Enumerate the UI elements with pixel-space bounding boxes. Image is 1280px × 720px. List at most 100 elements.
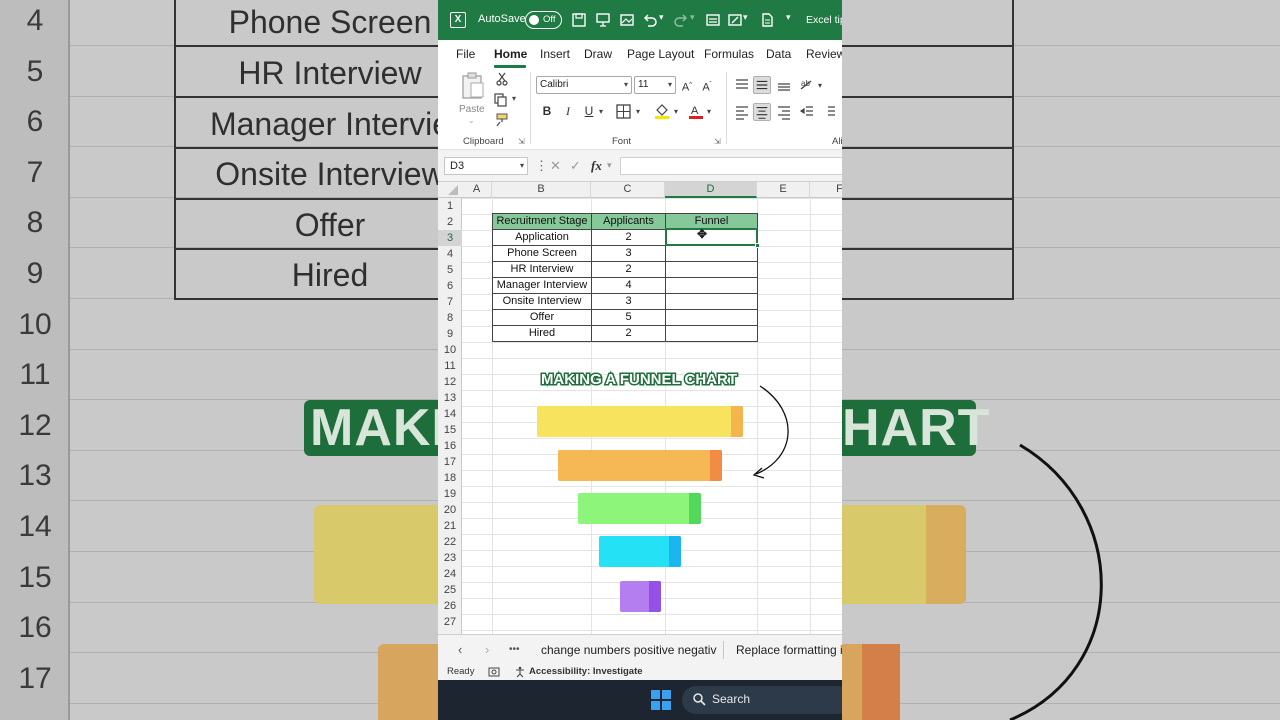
- enter-icon[interactable]: ✓: [570, 158, 581, 174]
- borders-icon[interactable]: [616, 104, 631, 119]
- table-cell[interactable]: 2: [591, 261, 666, 278]
- table-cell[interactable]: 4: [591, 277, 666, 294]
- table-cell[interactable]: HR Interview: [492, 261, 592, 278]
- macro-recorder-icon[interactable]: [488, 666, 500, 678]
- document-icon[interactable]: [758, 11, 776, 29]
- table-cell[interactable]: 2: [591, 325, 666, 342]
- row-header[interactable]: 24: [438, 566, 462, 582]
- function-dropdown-icon[interactable]: ▾: [607, 160, 612, 171]
- table-cell[interactable]: 2: [591, 229, 666, 246]
- row-header[interactable]: 18: [438, 470, 462, 486]
- copy-icon[interactable]: [494, 93, 508, 107]
- table-cell[interactable]: Manager Interview: [492, 277, 592, 294]
- decrease-font-size-button[interactable]: Aˇ: [698, 76, 716, 94]
- font-name-select[interactable]: Calibri ▾: [536, 76, 632, 94]
- font-size-select[interactable]: 11 ▾: [634, 76, 676, 94]
- table-cell[interactable]: Hired: [492, 325, 592, 342]
- formula-input[interactable]: [620, 157, 842, 175]
- save-icon[interactable]: [570, 11, 588, 29]
- bold-button[interactable]: B: [538, 102, 556, 120]
- increase-font-size-button[interactable]: A^: [678, 76, 696, 94]
- column-header-a[interactable]: A: [462, 182, 492, 198]
- italic-button[interactable]: I: [559, 102, 577, 120]
- fill-color-dropdown-icon[interactable]: ▾: [674, 107, 678, 116]
- tab-formulas[interactable]: Formulas: [704, 47, 754, 61]
- row-header[interactable]: 3: [438, 230, 462, 246]
- row-header[interactable]: 15: [438, 422, 462, 438]
- taskbar-search[interactable]: Search: [682, 686, 842, 714]
- table-cell[interactable]: Onsite Interview: [492, 293, 592, 310]
- tab-insert[interactable]: Insert: [540, 47, 570, 61]
- accessibility-status[interactable]: Accessibility: Investigate: [529, 666, 643, 677]
- column-header-d[interactable]: D: [665, 182, 757, 198]
- redo-icon[interactable]: [672, 11, 690, 29]
- table-cell[interactable]: 5: [591, 309, 666, 326]
- fill-handle[interactable]: [755, 243, 760, 248]
- align-right-icon[interactable]: [775, 103, 793, 121]
- table-cell[interactable]: [665, 245, 758, 262]
- column-header-e[interactable]: E: [757, 182, 810, 198]
- picture-icon[interactable]: [618, 11, 636, 29]
- row-header[interactable]: 8: [438, 310, 462, 326]
- tab-home[interactable]: Home: [494, 47, 527, 61]
- previous-sheet-icon[interactable]: ‹: [458, 642, 462, 657]
- table-cell[interactable]: [665, 277, 758, 294]
- row-header[interactable]: 16: [438, 438, 462, 454]
- orientation-icon[interactable]: ab: [798, 76, 816, 94]
- row-header[interactable]: 19: [438, 486, 462, 502]
- cut-icon[interactable]: [495, 72, 509, 86]
- more-sheets-button[interactable]: •••: [509, 644, 520, 655]
- format-painter-icon[interactable]: [494, 113, 508, 127]
- tab-draw[interactable]: Draw: [584, 47, 612, 61]
- column-header-f[interactable]: F: [810, 182, 842, 198]
- fill-color-icon[interactable]: [654, 103, 670, 120]
- selected-cell-d3[interactable]: [665, 228, 758, 246]
- font-color-dropdown-icon[interactable]: ▾: [707, 107, 711, 116]
- windows-start-icon[interactable]: [651, 690, 671, 710]
- orientation-dropdown-icon[interactable]: ▾: [818, 81, 822, 90]
- name-box[interactable]: D3 ▾: [444, 157, 528, 175]
- row-header[interactable]: 4: [438, 246, 462, 262]
- align-top-icon[interactable]: [733, 76, 751, 94]
- row-header[interactable]: 20: [438, 502, 462, 518]
- font-launcher-icon[interactable]: ⇲: [714, 137, 721, 146]
- font-color-icon[interactable]: A: [688, 103, 704, 120]
- table-cell[interactable]: Offer: [492, 309, 592, 326]
- row-header[interactable]: 13: [438, 390, 462, 406]
- worksheet-grid[interactable]: A B C D E F 1 2 3 4 5 6 7 8 9 10 11 12 13 14 15 16 17 18 1…: [438, 182, 842, 634]
- form-icon[interactable]: [704, 11, 722, 29]
- table-cell[interactable]: Phone Screen: [492, 245, 592, 262]
- table-header-cell[interactable]: Applicants: [591, 213, 666, 230]
- row-header[interactable]: 7: [438, 294, 462, 310]
- table-cell[interactable]: [665, 325, 758, 342]
- table-cell[interactable]: 3: [591, 245, 666, 262]
- table-cell[interactable]: [665, 309, 758, 326]
- tab-data[interactable]: Data: [766, 47, 791, 61]
- table-cell[interactable]: [665, 293, 758, 310]
- column-header-c[interactable]: C: [591, 182, 665, 198]
- row-header[interactable]: 12: [438, 374, 462, 390]
- present-icon[interactable]: [594, 11, 612, 29]
- row-header[interactable]: 25: [438, 582, 462, 598]
- select-all-icon[interactable]: [448, 185, 458, 195]
- align-bottom-icon[interactable]: [775, 76, 793, 94]
- row-header[interactable]: 9: [438, 326, 462, 342]
- align-middle-icon[interactable]: [753, 76, 771, 94]
- decrease-indent-icon[interactable]: [798, 103, 816, 121]
- underline-dropdown-icon[interactable]: ▾: [599, 107, 603, 116]
- next-sheet-icon[interactable]: ›: [485, 642, 489, 657]
- table-cell[interactable]: 3: [591, 293, 666, 310]
- row-header[interactable]: 2: [438, 214, 462, 230]
- row-header[interactable]: 26: [438, 598, 462, 614]
- row-header[interactable]: 11: [438, 358, 462, 374]
- underline-button[interactable]: U: [580, 102, 598, 120]
- align-left-icon[interactable]: [733, 103, 751, 121]
- row-header[interactable]: 21: [438, 518, 462, 534]
- row-header[interactable]: 23: [438, 550, 462, 566]
- clipboard-launcher-icon[interactable]: ⇲: [518, 137, 525, 146]
- row-header[interactable]: 27: [438, 614, 462, 630]
- tab-page-layout[interactable]: Page Layout: [627, 47, 694, 61]
- column-header-b[interactable]: B: [492, 182, 591, 198]
- paste-icon[interactable]: [460, 72, 486, 100]
- align-center-icon[interactable]: [753, 103, 771, 121]
